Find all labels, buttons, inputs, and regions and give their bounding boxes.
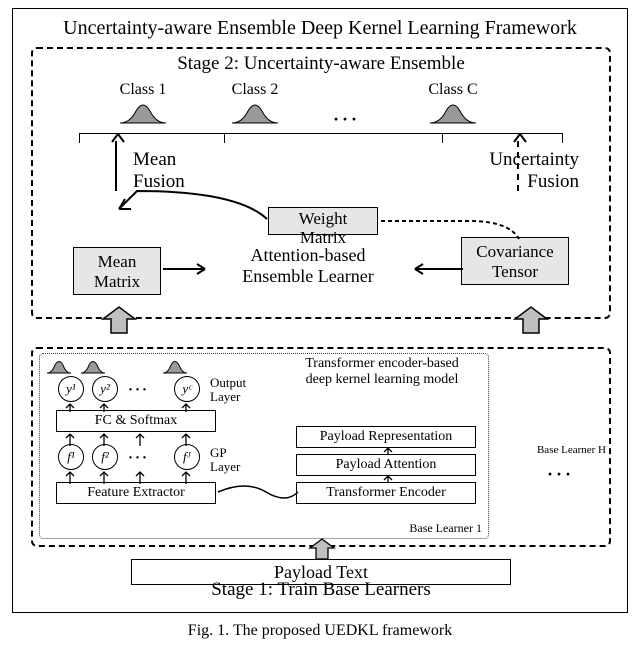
- node-yC: yᶜ: [174, 376, 200, 402]
- base-learner-ellipsis: ···: [547, 464, 574, 485]
- node-fJ: fᴶ: [174, 444, 200, 470]
- class-C-label: Class C: [428, 81, 477, 98]
- fc-softmax-box: FC & Softmax: [56, 410, 216, 432]
- payload-representation-box: Payload Representation: [296, 426, 476, 448]
- class-2-label: Class 2: [232, 81, 279, 98]
- node-y1: y¹: [58, 376, 84, 402]
- gp-layer-label: GPLayer: [210, 446, 240, 475]
- arrows-fe-f: [58, 470, 208, 484]
- weight-matrix-l2: Matrix: [300, 228, 346, 247]
- arrows-fc-y: [58, 402, 208, 412]
- arrows-enc-stack: [348, 446, 428, 486]
- uncertainty-fusion-label: UncertaintyFusion: [489, 149, 579, 193]
- stage2-box: Stage 2: Uncertainty-aware Ensemble Clas…: [31, 47, 611, 319]
- arrow-up-icon: [513, 133, 527, 143]
- mean-fusion-label: MeanFusion: [133, 149, 185, 193]
- base-learner-1-box: y¹ y² ··· yᶜ OutputLayer FC & Softmax f¹…: [39, 353, 489, 539]
- output-layer-label: OutputLayer: [210, 376, 246, 405]
- class-1: Class 1: [103, 81, 183, 125]
- distribution-icon: [118, 99, 168, 125]
- arrows-f-fc: [58, 432, 208, 446]
- class-axis-line: [79, 133, 563, 134]
- ael-l2: Ensemble Learner: [242, 266, 373, 286]
- class-1-label: Class 1: [120, 81, 167, 98]
- weight-to-mean-arrow: [117, 189, 269, 229]
- figure-caption: Fig. 1. The proposed UEDKL framework: [0, 622, 640, 640]
- mean-matrix-box: Mean Matrix: [73, 247, 161, 295]
- node-f1: f¹: [58, 444, 84, 470]
- cov-tensor-l2: Tensor: [492, 262, 538, 281]
- distribution-icon: [162, 358, 188, 374]
- mean-matrix-l1: Mean: [98, 252, 137, 271]
- base-learner-1-label: Base Learner 1: [409, 521, 482, 536]
- attention-ensemble-learner-label: Attention-based Ensemble Learner: [208, 245, 408, 286]
- class-row: Class 1 Class 2 ··· Class C: [33, 81, 609, 133]
- y-ellipsis: ···: [128, 382, 149, 399]
- weight-to-cov-arrow: [379, 215, 525, 245]
- enc-title-l2: deep kernel learning model: [306, 372, 459, 387]
- node-f2: f²: [92, 444, 118, 470]
- stage1-box: y¹ y² ··· yᶜ OutputLayer FC & Softmax f¹…: [31, 327, 611, 597]
- big-arrow-payload: [307, 537, 337, 561]
- stage1-title: Stage 1: Train Base Learners: [31, 579, 611, 601]
- base-learner-H-label: Base Learner H: [537, 444, 606, 456]
- class-2: Class 2: [215, 81, 295, 125]
- mean-matrix-l2: Matrix: [94, 272, 140, 291]
- main-title: Uncertainty-aware Ensemble Deep Kernel L…: [13, 17, 627, 40]
- distribution-icon: [46, 358, 72, 374]
- stage2-title: Stage 2: Uncertainty-aware Ensemble: [33, 53, 609, 75]
- feature-extractor-box: Feature Extractor: [56, 482, 216, 504]
- class-C: Class C: [413, 81, 493, 125]
- distribution-icon: [230, 99, 280, 125]
- connector-fe-encoder: [216, 482, 302, 508]
- outer-frame: Uncertainty-aware Ensemble Deep Kernel L…: [12, 8, 628, 613]
- distribution-icon: [80, 358, 106, 374]
- enc-title-l1: Transformer encoder-based: [305, 356, 459, 371]
- encoder-title: Transformer encoder-based deep kernel le…: [282, 356, 482, 388]
- distribution-icon: [428, 99, 478, 125]
- f-ellipsis: ···: [128, 450, 149, 467]
- arrow-up-icon: [111, 133, 125, 143]
- class-ellipsis: ···: [333, 109, 360, 130]
- weight-matrix-box: Weight Matrix: [268, 207, 378, 235]
- node-y2: y²: [92, 376, 118, 402]
- ael-l1: Attention-based: [251, 245, 366, 265]
- weight-matrix-l1: Weight: [299, 209, 348, 228]
- cov-to-ael-arrow: [405, 263, 463, 275]
- mean-to-ael-arrow: [163, 263, 213, 275]
- mean-fusion-arrow: [115, 141, 117, 191]
